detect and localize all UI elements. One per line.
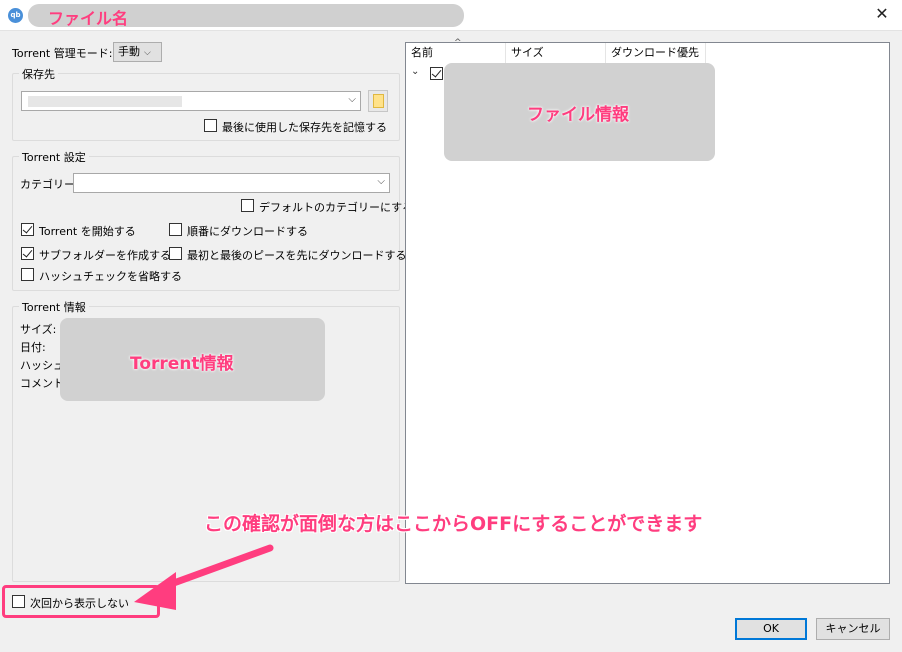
sequential-label: 順番にダウンロードする — [187, 225, 308, 238]
save-location-title: 保存先 — [19, 66, 58, 82]
info-size-label: サイズ: — [20, 323, 57, 336]
ok-button[interactable]: OK — [735, 618, 807, 640]
skip-hash-checkbox[interactable] — [21, 268, 34, 281]
dont-show-again-label: 次回から表示しない — [30, 597, 129, 610]
app-icon: qb — [8, 8, 23, 23]
annotation-text: この確認が面倒な方はここからOFFにすることができます — [204, 513, 703, 535]
file-root-checkbox[interactable] — [430, 67, 443, 80]
file-info-mask-label: ファイル情報 — [527, 105, 629, 125]
first-last-label: 最初と最後のピースを先にダウンロードする — [187, 249, 407, 262]
chevron-down-icon: ⌵ — [348, 94, 356, 105]
folder-icon — [373, 94, 384, 108]
sort-up-icon: ^ — [454, 38, 462, 48]
save-path-select[interactable]: ⌵ — [21, 91, 361, 111]
torrent-settings-title: Torrent 設定 — [19, 149, 89, 165]
torrent-info-mask-label: Torrent情報 — [130, 354, 234, 374]
create-subfolder-checkbox[interactable] — [21, 247, 34, 260]
chevron-down-icon: ⌵ — [377, 176, 385, 187]
title-bar: qb ファイル名 ✕ — [0, 0, 902, 31]
category-select[interactable]: ⌵ — [73, 173, 390, 193]
save-path-redaction — [28, 96, 182, 107]
mode-select[interactable]: 手動 ⌵ — [113, 42, 162, 62]
mode-label: Torrent 管理モード: — [12, 47, 113, 60]
chevron-down-icon: ⌵ — [144, 48, 151, 58]
skip-hash-label: ハッシュチェックを省略する — [39, 270, 182, 283]
window-title: ファイル名 — [48, 9, 129, 28]
remember-checkbox[interactable] — [204, 119, 217, 132]
default-category-checkbox[interactable] — [241, 199, 254, 212]
create-subfolder-label: サブフォルダーを作成する — [39, 249, 171, 262]
mode-value: 手動 — [118, 45, 140, 58]
dont-show-again-checkbox[interactable] — [12, 595, 25, 608]
close-icon[interactable]: ✕ — [872, 4, 892, 24]
expand-chevron-icon[interactable]: ⌄ — [411, 66, 419, 77]
first-last-checkbox[interactable] — [169, 247, 182, 260]
column-size[interactable]: サイズ — [506, 43, 606, 63]
start-torrent-checkbox[interactable] — [21, 223, 34, 236]
info-date-label: 日付: — [20, 341, 46, 354]
category-label: カテゴリー: — [20, 178, 79, 191]
default-category-label: デフォルトのカテゴリーにする — [259, 201, 414, 214]
file-list-panel[interactable]: 名前 サイズ ダウンロード優先度 ^ ⌄ ファイル情報 — [405, 38, 890, 584]
start-torrent-label: Torrent を開始する — [39, 225, 136, 238]
remember-label: 最後に使用した保存先を記憶する — [222, 121, 387, 134]
cancel-button[interactable]: キャンセル — [816, 618, 890, 640]
sequential-checkbox[interactable] — [169, 223, 182, 236]
column-priority[interactable]: ダウンロード優先度 — [606, 43, 706, 79]
torrent-info-title: Torrent 情報 — [19, 299, 89, 315]
browse-folder-button[interactable] — [368, 90, 388, 112]
